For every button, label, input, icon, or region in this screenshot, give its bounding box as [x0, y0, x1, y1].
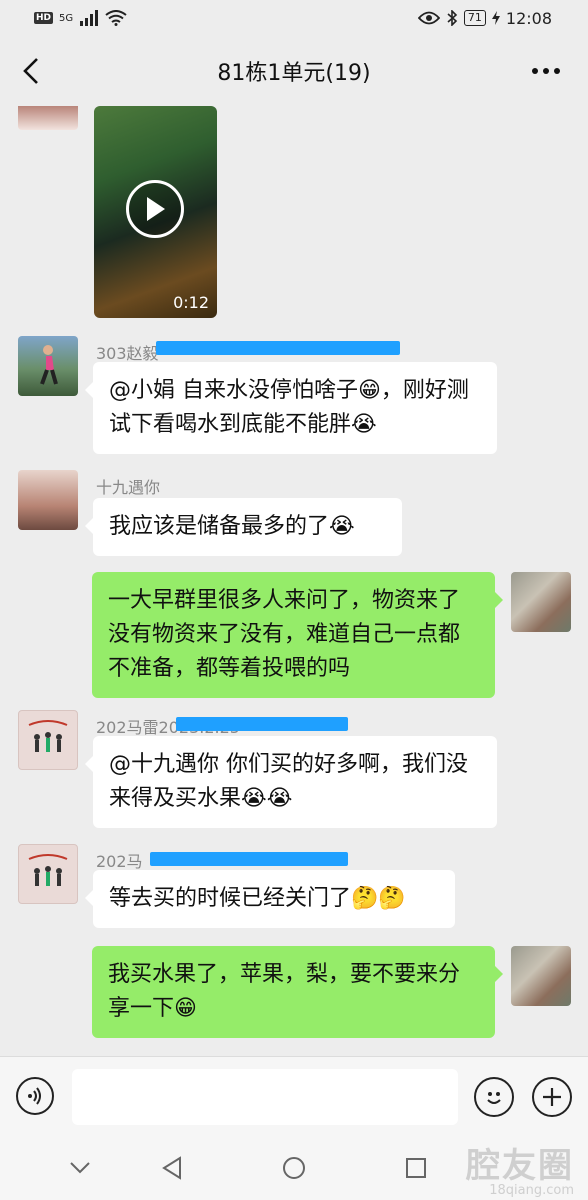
network-type: 5G [59, 12, 74, 24]
nav-back-button[interactable] [154, 1150, 190, 1186]
message-bubble[interactable]: 我买水果了，苹果，梨，要不要来分享一下😁 [92, 946, 503, 1038]
avatar[interactable] [18, 106, 78, 130]
nav-hide-button[interactable] [62, 1150, 98, 1186]
bluetooth-icon [447, 10, 458, 26]
voice-button[interactable] [16, 1077, 54, 1115]
more-options-button[interactable] [526, 56, 566, 86]
message-input[interactable] [72, 1069, 458, 1125]
square-recents-icon [406, 1158, 426, 1178]
message-bubble[interactable]: @十九遇你 你们买的好多啊，我们没来得及买水果😭😭 [85, 736, 497, 828]
chevron-down-icon [70, 1162, 90, 1174]
hd-badge: HD [34, 12, 54, 24]
chat-title: 81栋1单元(19) [217, 61, 371, 86]
video-duration: 0:12 [173, 293, 209, 312]
emoji-button[interactable] [474, 1077, 514, 1117]
avatar[interactable] [511, 572, 571, 632]
avatar[interactable] [18, 844, 78, 904]
nav-home-button[interactable] [276, 1150, 312, 1186]
status-left: HD 5G [34, 10, 127, 26]
more-functions-button[interactable] [532, 1077, 572, 1117]
message-bubble[interactable]: @小娟 自来水没停怕啥子😁，刚好测试下看喝水到底能不能胖😭 [85, 362, 497, 454]
runner-icon [40, 345, 58, 385]
message-bubble[interactable]: 一大早群里很多人来问了，物资来了没有物资来了没有，难道自己一点都不准备，都等着投… [92, 572, 503, 698]
message-list[interactable]: 0:12 303赵毅 @小娟 自来水没停怕啥子😁，刚好测试下看喝水到底能不能胖😭… [0, 106, 588, 1056]
avatar[interactable] [18, 470, 78, 530]
watermark: 腔友圈 18qiang.com [466, 1138, 574, 1198]
more-dots-icon [532, 68, 560, 74]
redaction-mark [176, 717, 348, 731]
system-nav-bar: 腔友圈 18qiang.com [0, 1136, 588, 1200]
triangle-back-icon [162, 1156, 181, 1180]
chat-header: 81栋1单元(19) [0, 36, 588, 106]
avatar[interactable] [18, 710, 78, 770]
eye-icon [417, 11, 440, 25]
dancers-icon [28, 720, 68, 752]
play-icon [147, 197, 165, 221]
input-bar [0, 1056, 588, 1136]
avatar[interactable] [18, 336, 78, 396]
status-bar: HD 5G 71 12:08 [0, 0, 588, 36]
sender-name: 202马 [96, 852, 143, 871]
redaction-mark [156, 341, 400, 355]
message-bubble[interactable]: 等去买的时候已经关门了🤔🤔 [85, 870, 455, 928]
video-message[interactable]: 0:12 [94, 106, 217, 318]
status-right: 71 12:08 [417, 8, 552, 28]
back-button[interactable] [16, 54, 46, 88]
plus-icon [543, 1088, 561, 1106]
clock: 12:08 [505, 8, 552, 28]
sender-name: 十九遇你 [96, 478, 161, 497]
sender-name: 303赵毅 [96, 344, 159, 363]
nav-recents-button[interactable] [398, 1150, 434, 1186]
battery-indicator: 71 [463, 10, 486, 26]
circle-home-icon [283, 1157, 305, 1179]
charging-icon [491, 11, 500, 25]
wifi-icon [105, 10, 127, 26]
avatar[interactable] [511, 946, 571, 1006]
voice-icon [28, 1087, 41, 1105]
redaction-mark [150, 852, 348, 866]
smiley-icon [487, 1092, 501, 1104]
watermark-main: 腔友圈 [466, 1146, 574, 1186]
play-button[interactable] [126, 180, 184, 238]
chevron-left-icon [23, 58, 38, 84]
signal-icon [80, 10, 99, 26]
message-bubble[interactable]: 我应该是储备最多的了😭 [85, 498, 402, 556]
dancers-icon [28, 854, 68, 886]
